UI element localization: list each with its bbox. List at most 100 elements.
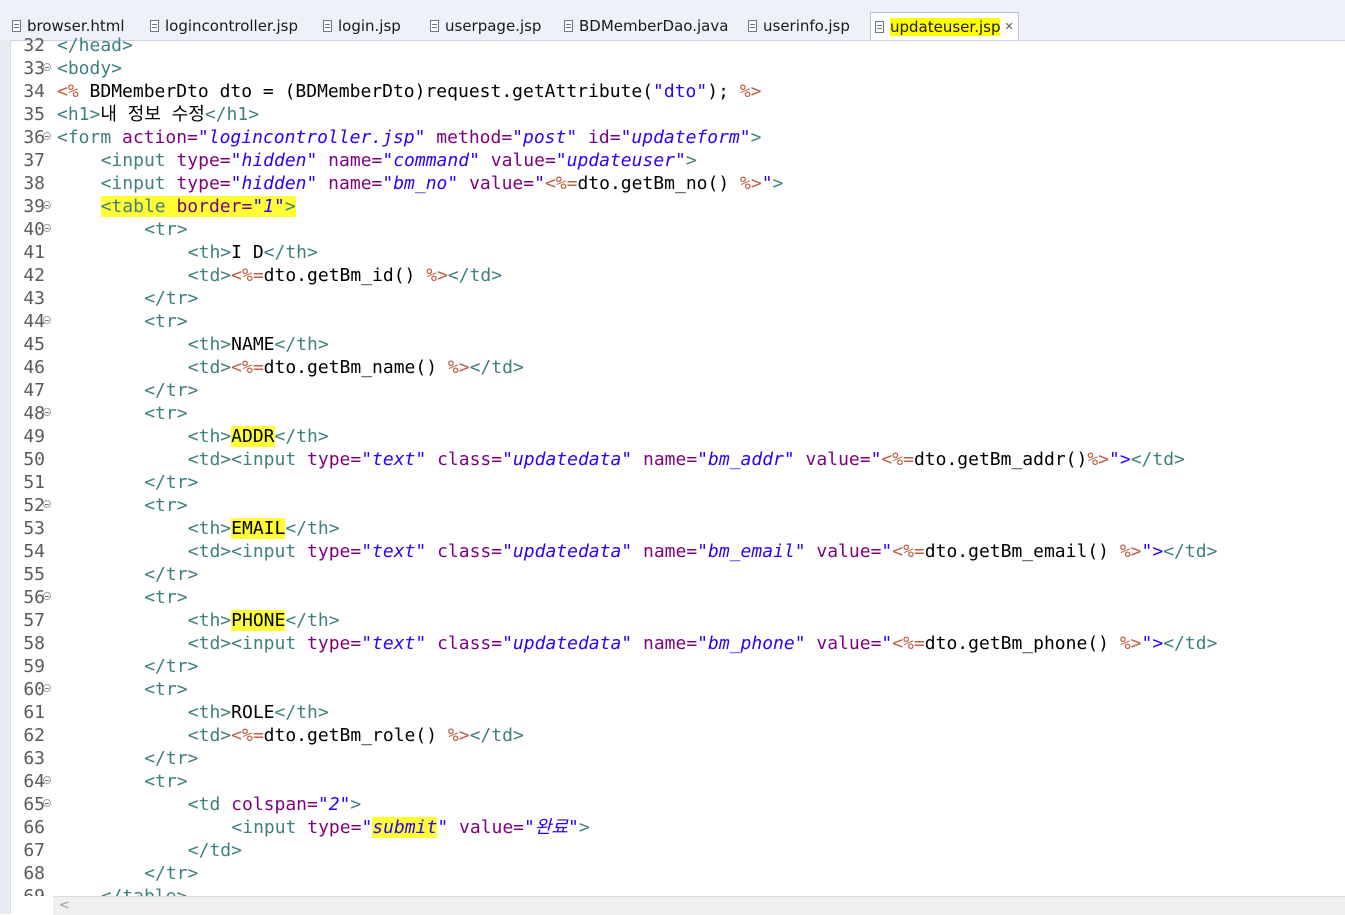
code-token: <%= xyxy=(231,357,264,378)
code-token: "hidden" xyxy=(230,150,318,171)
code-token: <h1> xyxy=(57,104,101,125)
code-line[interactable]: 44 <tr> xyxy=(0,310,1345,333)
fold-toggle-icon[interactable] xyxy=(43,132,51,140)
fold-toggle-icon[interactable] xyxy=(43,408,51,416)
code-token: <td> xyxy=(187,633,232,654)
code-token: > xyxy=(284,196,296,217)
code-line[interactable]: 52 <tr> xyxy=(0,494,1345,517)
code-token: dto.getBm_no() xyxy=(577,173,741,194)
fold-toggle-icon[interactable] xyxy=(43,500,51,508)
code-token: <tr> xyxy=(144,311,188,332)
code-text: <table border="1"> xyxy=(100,195,296,218)
code-token: colspan= xyxy=(231,794,318,815)
code-token: <input xyxy=(231,449,308,470)
fold-toggle-icon[interactable] xyxy=(43,684,51,692)
code-token: <table xyxy=(100,196,177,217)
code-line[interactable]: 49 <th>ADDR</th> xyxy=(0,425,1345,448)
code-line[interactable]: 57 <th>PHONE</th> xyxy=(0,609,1345,632)
code-line[interactable]: 60 <tr> xyxy=(0,678,1345,701)
code-token: type= xyxy=(176,173,231,194)
fold-toggle-icon[interactable] xyxy=(43,201,51,209)
line-number: 60 xyxy=(23,679,45,700)
code-line[interactable]: 56 <tr> xyxy=(0,586,1345,609)
code-line[interactable]: 43 </tr> xyxy=(0,287,1345,310)
code-token: <%= xyxy=(544,173,578,194)
code-text: <h1>내 정보 수정</h1> xyxy=(57,103,259,126)
code-token: "> xyxy=(1141,633,1164,654)
line-number: 54 xyxy=(23,541,45,562)
code-token: id= xyxy=(577,127,621,148)
code-line[interactable]: 38 <input type="hidden" name="bm_no" valu… xyxy=(0,172,1345,195)
code-token: name= xyxy=(317,150,383,171)
code-line[interactable]: 67 </td> xyxy=(0,839,1345,862)
code-line[interactable]: 45 <th>NAME</th> xyxy=(0,333,1345,356)
code-line[interactable]: 39 <table border="1"> xyxy=(0,195,1345,218)
file-icon xyxy=(150,20,159,32)
close-icon[interactable]: ✕ xyxy=(1004,20,1013,33)
code-token: </tr> xyxy=(144,472,199,493)
code-line[interactable]: 35 <h1>내 정보 수정</h1> xyxy=(0,103,1345,126)
tab-label: browser.html xyxy=(27,17,125,35)
code-line[interactable]: 68 </tr> xyxy=(0,862,1345,885)
code-token: "post" xyxy=(512,127,578,148)
code-token: value= xyxy=(479,150,556,171)
scroll-left-icon[interactable]: < xyxy=(59,898,70,913)
code-line[interactable]: 51 </tr> xyxy=(0,471,1345,494)
code-line[interactable]: 48 <tr> xyxy=(0,402,1345,425)
horizontal-scrollbar[interactable]: < xyxy=(53,896,1345,915)
code-line[interactable]: 46 <td><%=dto.getBm_name() %></td> xyxy=(0,356,1345,379)
code-editor[interactable]: 32 </head> 33 <body> 34 <% BDMemberDto dto = … xyxy=(0,34,1345,896)
code-token: </td> xyxy=(1163,633,1218,654)
code-token: <tr> xyxy=(144,771,188,792)
fold-toggle-icon[interactable] xyxy=(43,63,51,71)
fold-toggle-icon[interactable] xyxy=(43,776,51,784)
line-number: 58 xyxy=(23,633,45,654)
code-token: class= xyxy=(426,633,503,654)
code-line[interactable]: 58 <td><input type="text" class="updateda… xyxy=(0,632,1345,655)
code-line[interactable]: 53 <th>EMAIL</th> xyxy=(0,517,1345,540)
code-token: <tr> xyxy=(144,495,188,516)
line-number: 42 xyxy=(23,265,45,286)
code-line[interactable]: 41 <th>I D</th> xyxy=(0,241,1345,264)
code-line[interactable]: 55 </tr> xyxy=(0,563,1345,586)
line-number: 49 xyxy=(23,426,45,447)
line-number: 66 xyxy=(23,817,45,838)
fold-toggle-icon[interactable] xyxy=(43,592,51,600)
code-line[interactable]: 32 </head> xyxy=(0,34,1345,57)
code-text: </head> xyxy=(57,34,133,57)
code-line[interactable]: 66 <input type="submit" value="완료"> xyxy=(0,816,1345,839)
code-line[interactable]: 62 <td><%=dto.getBm_role() %></td> xyxy=(0,724,1345,747)
code-token: <tr> xyxy=(144,219,188,240)
code-line[interactable]: 54 <td><input type="text" class="updateda… xyxy=(0,540,1345,563)
code-token: </tr> xyxy=(144,863,199,884)
code-line[interactable]: 34 <% BDMemberDto dto = (BDMemberDto)requ… xyxy=(0,80,1345,103)
code-line[interactable]: 63 </tr> xyxy=(0,747,1345,770)
code-text: <td><%=dto.getBm_role() %></td> xyxy=(188,724,524,747)
code-line[interactable]: 61 <th>ROLE</th> xyxy=(0,701,1345,724)
code-line[interactable]: 40 <tr> xyxy=(0,218,1345,241)
code-token: "text" xyxy=(361,633,427,654)
fold-toggle-icon[interactable] xyxy=(43,799,51,807)
line-number: 45 xyxy=(23,334,45,355)
code-line[interactable]: 42 <td><%=dto.getBm_id() %></td> xyxy=(0,264,1345,287)
code-line[interactable]: 59 </tr> xyxy=(0,655,1345,678)
code-line[interactable]: 33 <body> xyxy=(0,57,1345,80)
line-number: 46 xyxy=(23,357,45,378)
code-token: <tr> xyxy=(144,403,188,424)
code-token: <th> xyxy=(187,702,232,723)
code-token: " xyxy=(881,541,893,562)
code-line[interactable]: 65 <td colspan="2"> xyxy=(0,793,1345,816)
code-line[interactable]: 50 <td><input type="text" class="updateda… xyxy=(0,448,1345,471)
line-number: 62 xyxy=(23,725,45,746)
code-token: "updateform" xyxy=(620,127,751,148)
code-line[interactable]: 47 </tr> xyxy=(0,379,1345,402)
code-text: <tr> xyxy=(144,218,187,241)
fold-toggle-icon[interactable] xyxy=(43,316,51,324)
code-line[interactable]: 69 </table> xyxy=(0,885,1345,896)
code-line[interactable]: 37 <input type="hidden" name="command" va… xyxy=(0,149,1345,172)
java-file-icon xyxy=(564,20,573,32)
code-line[interactable]: 64 <tr> xyxy=(0,770,1345,793)
fold-toggle-icon[interactable] xyxy=(43,224,51,232)
code-line[interactable]: 36 <form action="logincontroller.jsp" met… xyxy=(0,126,1345,149)
code-token: <input xyxy=(100,150,177,171)
